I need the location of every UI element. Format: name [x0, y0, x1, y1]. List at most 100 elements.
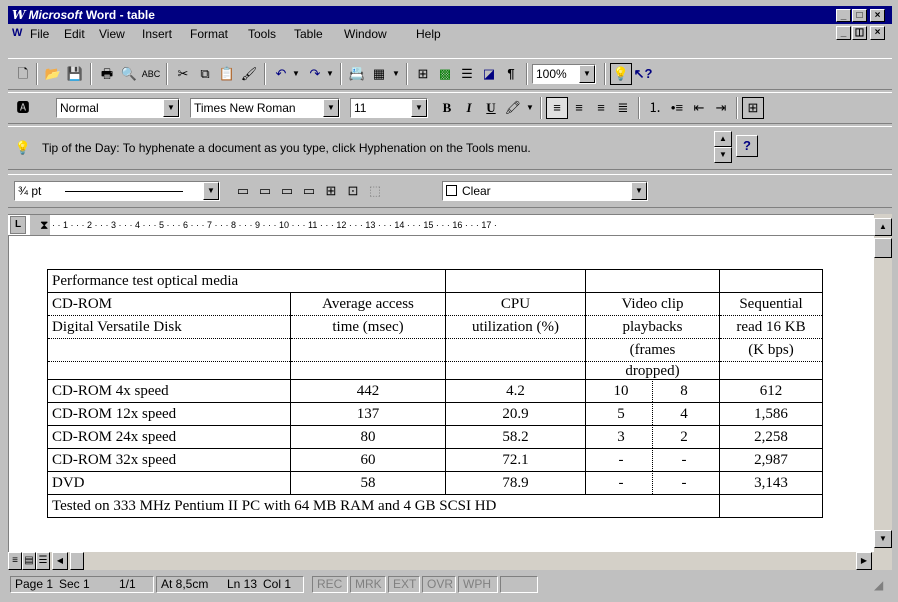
vertical-scrollbar[interactable]: ▲ ▼ — [874, 214, 892, 552]
doc-close-button[interactable]: × — [870, 26, 885, 40]
scroll-up-arrow-icon[interactable]: ▲ — [874, 218, 892, 236]
redo-dropdown-icon[interactable]: ▼ — [324, 63, 336, 85]
status-mrk[interactable]: MRK — [350, 576, 386, 593]
show-hide-icon[interactable]: ¶ — [500, 63, 522, 85]
columns-icon[interactable]: ☰ — [456, 63, 478, 85]
page-layout-view-icon[interactable]: ▤ — [22, 552, 36, 570]
inside-border-icon[interactable]: ⊞ — [320, 180, 342, 202]
tip-wizard-icon[interactable]: 💡 — [610, 63, 632, 85]
header-cell[interactable] — [445, 361, 586, 380]
header-cell[interactable]: Average access — [290, 292, 446, 316]
style-icon[interactable]: 🅰 — [12, 97, 34, 119]
doc-minimize-button[interactable]: _ — [836, 26, 851, 40]
table-cell[interactable] — [719, 494, 823, 518]
paste-icon[interactable]: 📋 — [216, 63, 238, 85]
table-cell[interactable]: 60 — [290, 448, 446, 472]
outline-view-icon[interactable]: ☰ — [36, 552, 50, 570]
table-cell[interactable]: 58 — [290, 471, 446, 495]
save-icon[interactable]: 💾 — [64, 63, 86, 85]
italic-button[interactable]: I — [458, 97, 480, 119]
header-cell[interactable]: time (msec) — [290, 315, 446, 339]
maximize-button[interactable]: □ — [852, 9, 867, 22]
table-cell[interactable]: 442 — [290, 379, 446, 403]
redo-icon[interactable]: ↷ — [304, 63, 326, 85]
spelling-icon[interactable]: ABC — [140, 63, 162, 85]
header-cell[interactable]: Video clip — [585, 292, 720, 316]
chevron-down-icon[interactable]: ▼ — [411, 99, 427, 117]
status-ovr[interactable]: OVR — [422, 576, 456, 593]
table-cell[interactable] — [445, 269, 586, 293]
indent-marker-icon[interactable]: ⧗ — [40, 215, 48, 235]
row-label[interactable]: CD-ROM 4x speed — [47, 379, 291, 403]
header-cell[interactable]: (K bps) — [719, 338, 823, 362]
table-cell[interactable] — [585, 269, 720, 293]
font-select[interactable]: Times New Roman ▼ — [190, 98, 340, 118]
outside-border-icon[interactable]: ⊡ — [342, 180, 364, 202]
row-label[interactable]: CD-ROM 12x speed — [47, 402, 291, 426]
header-cell[interactable]: Sequential — [719, 292, 823, 316]
chevron-down-icon[interactable]: ▼ — [163, 99, 179, 117]
table-cell[interactable]: 32 — [585, 425, 720, 449]
table-cell[interactable]: 4.2 — [445, 379, 586, 403]
align-right-icon[interactable]: ≡ — [590, 97, 612, 119]
header-cell[interactable]: (frames — [585, 338, 720, 362]
highlight-icon[interactable]: 🖍 — [502, 97, 524, 119]
header-cell[interactable]: read 16 KB — [719, 315, 823, 339]
table-cell[interactable] — [719, 269, 823, 293]
scroll-down-icon[interactable]: ▼ — [714, 147, 732, 163]
row-label[interactable]: CD-ROM 24x speed — [47, 425, 291, 449]
table-cell[interactable]: 3,143 — [719, 471, 823, 495]
menu-file[interactable]: File — [30, 27, 49, 41]
copy-icon[interactable]: ⧉ — [194, 63, 216, 85]
status-wph[interactable]: WPH — [458, 576, 498, 593]
header-cell[interactable] — [290, 338, 446, 362]
undo-dropdown-icon[interactable]: ▼ — [290, 63, 302, 85]
table-cell[interactable]: 2,258 — [719, 425, 823, 449]
top-border-icon[interactable]: ▭ — [232, 180, 254, 202]
header-cell[interactable] — [290, 361, 446, 380]
numbering-icon[interactable]: ⒈ — [644, 97, 666, 119]
menu-format[interactable]: Format — [190, 27, 228, 41]
menu-tools[interactable]: Tools — [248, 27, 276, 41]
ruler[interactable]: L ⧗ · · 1 · · · 2 · · · 3 · · · 4 · · · … — [8, 214, 874, 236]
table-footer[interactable]: Tested on 333 MHz Pentium II PC with 64 … — [47, 494, 720, 518]
zoom-select[interactable]: 100% ▼ — [532, 64, 596, 84]
row-label[interactable]: DVD — [47, 471, 291, 495]
borders-icon[interactable]: ⊞ — [742, 97, 764, 119]
left-border-icon[interactable]: ▭ — [276, 180, 298, 202]
justify-icon[interactable]: ≣ — [612, 97, 634, 119]
format-painter-icon[interactable]: 🖌 — [238, 63, 260, 85]
normal-view-icon[interactable]: ≡ — [8, 552, 22, 570]
insert-excel-icon[interactable]: ▩ — [434, 63, 456, 85]
tab-stop-icon[interactable]: L — [10, 216, 26, 234]
table-cell[interactable]: 72.1 — [445, 448, 586, 472]
table-dropdown-icon[interactable]: ▼ — [390, 63, 402, 85]
highlight-dropdown-icon[interactable]: ▼ — [524, 97, 536, 119]
header-cell[interactable] — [719, 361, 823, 380]
header-cell[interactable]: dropped) — [585, 361, 720, 380]
hscroll-thumb[interactable] — [70, 552, 84, 570]
table-cell[interactable]: 137 — [290, 402, 446, 426]
tip-help-button[interactable]: ? — [736, 135, 758, 157]
insert-address-icon[interactable]: 📇 — [346, 63, 368, 85]
bottom-border-icon[interactable]: ▭ — [254, 180, 276, 202]
bullets-icon[interactable]: •≡ — [666, 97, 688, 119]
align-center-icon[interactable]: ≡ — [568, 97, 590, 119]
shading-select[interactable]: Clear ▼ — [442, 181, 648, 201]
header-cell[interactable]: CD-ROM — [47, 292, 291, 316]
no-border-icon[interactable]: ⬚ — [364, 180, 386, 202]
document-icon[interactable]: W — [12, 27, 22, 39]
bold-button[interactable]: B — [436, 97, 458, 119]
scroll-right-icon[interactable]: ▶ — [856, 552, 872, 570]
table-cell[interactable]: 2,987 — [719, 448, 823, 472]
increase-indent-icon[interactable]: ⇥ — [710, 97, 732, 119]
table-title[interactable]: Performance test optical media — [47, 269, 446, 293]
header-cell[interactable] — [47, 338, 291, 362]
scroll-left-icon[interactable]: ◀ — [52, 552, 68, 570]
menu-edit[interactable]: Edit — [64, 27, 85, 41]
header-cell[interactable] — [445, 338, 586, 362]
table-cell[interactable]: -- — [585, 471, 720, 495]
right-border-icon[interactable]: ▭ — [298, 180, 320, 202]
menu-view[interactable]: View — [99, 27, 125, 41]
chevron-down-icon[interactable]: ▼ — [323, 99, 339, 117]
